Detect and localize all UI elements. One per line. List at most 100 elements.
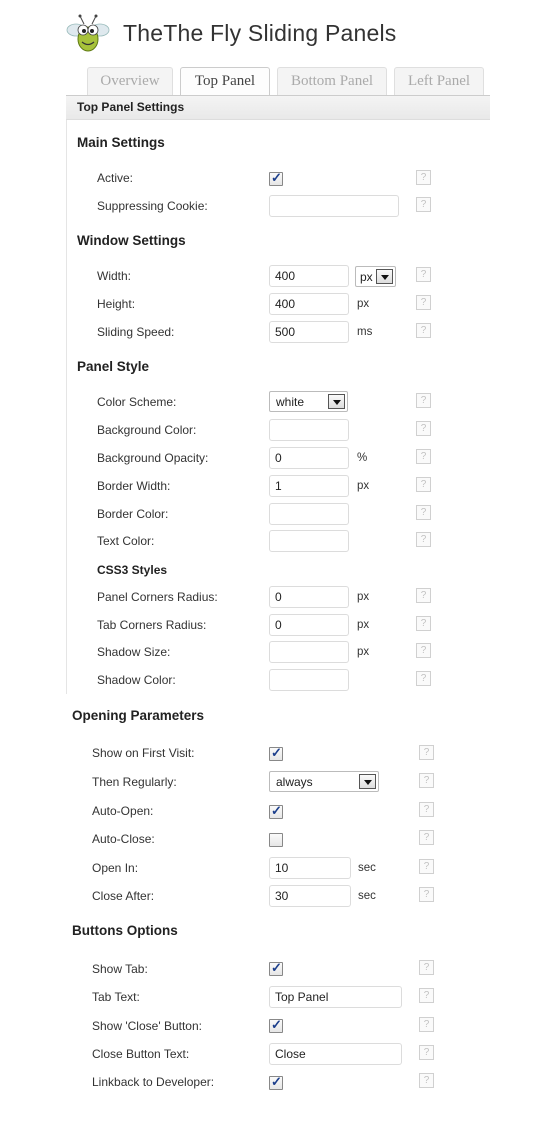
height-unit: px [357,298,370,310]
width-input[interactable]: 400 [269,265,349,287]
checkmark-icon: ✓ [271,960,282,975]
checkmark-icon: ✓ [271,170,282,185]
border-width-unit: px [357,480,370,492]
then-regularly-select[interactable]: always [269,771,379,792]
help-icon[interactable]: ? [416,671,431,686]
page-title: TheThe Fly Sliding Panels [123,20,397,46]
open-in-input[interactable]: 10 [269,857,351,879]
dropdown-arrow-icon [376,269,393,284]
linkback-checkbox[interactable]: ✓ [269,1074,283,1090]
background-color-label: Background Color: [97,423,197,437]
shadow-size-input[interactable] [269,641,349,663]
tab-bottom-panel[interactable]: Bottom Panel [277,67,387,95]
tab-top-panel[interactable]: Top Panel [180,67,270,96]
background-opacity-input[interactable]: 0 [269,447,349,469]
help-icon[interactable]: ? [416,393,431,408]
tab-text-label: Tab Text: [92,990,140,1004]
border-width-input[interactable]: 1 [269,475,349,497]
help-icon[interactable]: ? [419,802,434,817]
background-opacity-label: Background Opacity: [97,451,209,465]
help-icon[interactable]: ? [416,532,431,547]
border-width-label: Border Width: [97,479,171,493]
color-scheme-label: Color Scheme: [97,395,177,409]
linkback-label: Linkback to Developer: [92,1075,215,1089]
show-first-visit-checkbox[interactable]: ✓ [269,745,283,761]
suppressing-cookie-input[interactable] [269,195,399,217]
help-icon[interactable]: ? [416,477,431,492]
dropdown-arrow-icon [328,394,345,409]
css3-styles-title: CSS3 Styles [97,563,168,577]
help-icon[interactable]: ? [416,449,431,464]
help-icon[interactable]: ? [419,830,434,845]
auto-open-label: Auto-Open: [92,804,154,818]
shadow-size-unit: px [357,646,370,658]
auto-close-checkbox[interactable] [269,833,283,847]
close-after-label: Close After: [92,889,155,903]
show-first-visit-label: Show on First Visit: [92,746,195,760]
sliding-speed-input[interactable]: 500 [269,321,349,343]
help-icon[interactable]: ? [419,773,434,788]
shadow-size-label: Shadow Size: [97,645,171,659]
help-icon[interactable]: ? [416,170,431,185]
text-color-input[interactable] [269,530,349,552]
tab-left-panel[interactable]: Left Panel [394,67,484,95]
close-button-text-label: Close Button Text: [92,1047,190,1061]
height-input[interactable]: 400 [269,293,349,315]
help-icon[interactable]: ? [419,960,434,975]
width-unit-select[interactable]: px [355,266,396,287]
tab-corners-radius-unit: px [357,619,370,631]
buttons-options-title: Buttons Options [72,923,178,938]
panel-style-title: Panel Style [77,359,150,374]
open-in-unit: sec [358,862,376,874]
show-close-button-checkbox[interactable]: ✓ [269,1017,283,1033]
checkmark-icon: ✓ [271,1017,282,1032]
help-icon[interactable]: ? [416,616,431,631]
window-settings-title: Window Settings [77,233,186,248]
sliding-speed-unit: ms [357,326,373,338]
help-icon[interactable]: ? [416,588,431,603]
help-icon[interactable]: ? [416,505,431,520]
help-icon[interactable]: ? [419,859,434,874]
auto-close-label: Auto-Close: [92,832,155,846]
height-label: Height: [97,297,136,311]
help-icon[interactable]: ? [419,1073,434,1088]
close-button-text-input[interactable]: Close [269,1043,402,1065]
auto-open-checkbox[interactable]: ✓ [269,803,283,819]
shadow-color-label: Shadow Color: [97,673,176,687]
tab-corners-radius-label: Tab Corners Radius: [97,618,207,632]
active-label: Active: [97,171,134,185]
show-tab-checkbox[interactable]: ✓ [269,960,283,976]
show-tab-label: Show Tab: [92,962,148,976]
help-icon[interactable]: ? [416,421,431,436]
tab-overview[interactable]: Overview [87,67,173,95]
border-color-input[interactable] [269,503,349,525]
checkmark-icon: ✓ [271,745,282,760]
help-icon[interactable]: ? [416,197,431,212]
tab-text-input[interactable]: Top Panel [269,986,402,1008]
help-icon[interactable]: ? [416,267,431,282]
suppressing-cookie-label: Suppressing Cookie: [97,199,208,213]
panel-corners-radius-input[interactable]: 0 [269,586,349,608]
panel-corners-radius-unit: px [357,591,370,603]
then-regularly-value: always [276,775,313,789]
help-icon[interactable]: ? [416,643,431,658]
help-icon[interactable]: ? [419,988,434,1003]
active-checkbox[interactable]: ✓ [269,170,283,186]
help-icon[interactable]: ? [416,323,431,338]
help-icon[interactable]: ? [416,295,431,310]
background-color-input[interactable] [269,419,349,441]
tab-corners-radius-input[interactable]: 0 [269,614,349,636]
dropdown-arrow-icon [359,774,376,789]
sliding-speed-label: Sliding Speed: [97,325,175,339]
settings-header: Top Panel Settings [66,96,490,120]
color-scheme-select[interactable]: white [269,391,348,412]
help-icon[interactable]: ? [419,887,434,902]
then-regularly-label: Then Regularly: [92,775,177,789]
help-icon[interactable]: ? [419,1045,434,1060]
width-unit-value: px [360,270,373,284]
help-icon[interactable]: ? [419,745,434,760]
width-label: Width: [97,269,132,283]
help-icon[interactable]: ? [419,1017,434,1032]
close-after-input[interactable]: 30 [269,885,351,907]
shadow-color-input[interactable] [269,669,349,691]
